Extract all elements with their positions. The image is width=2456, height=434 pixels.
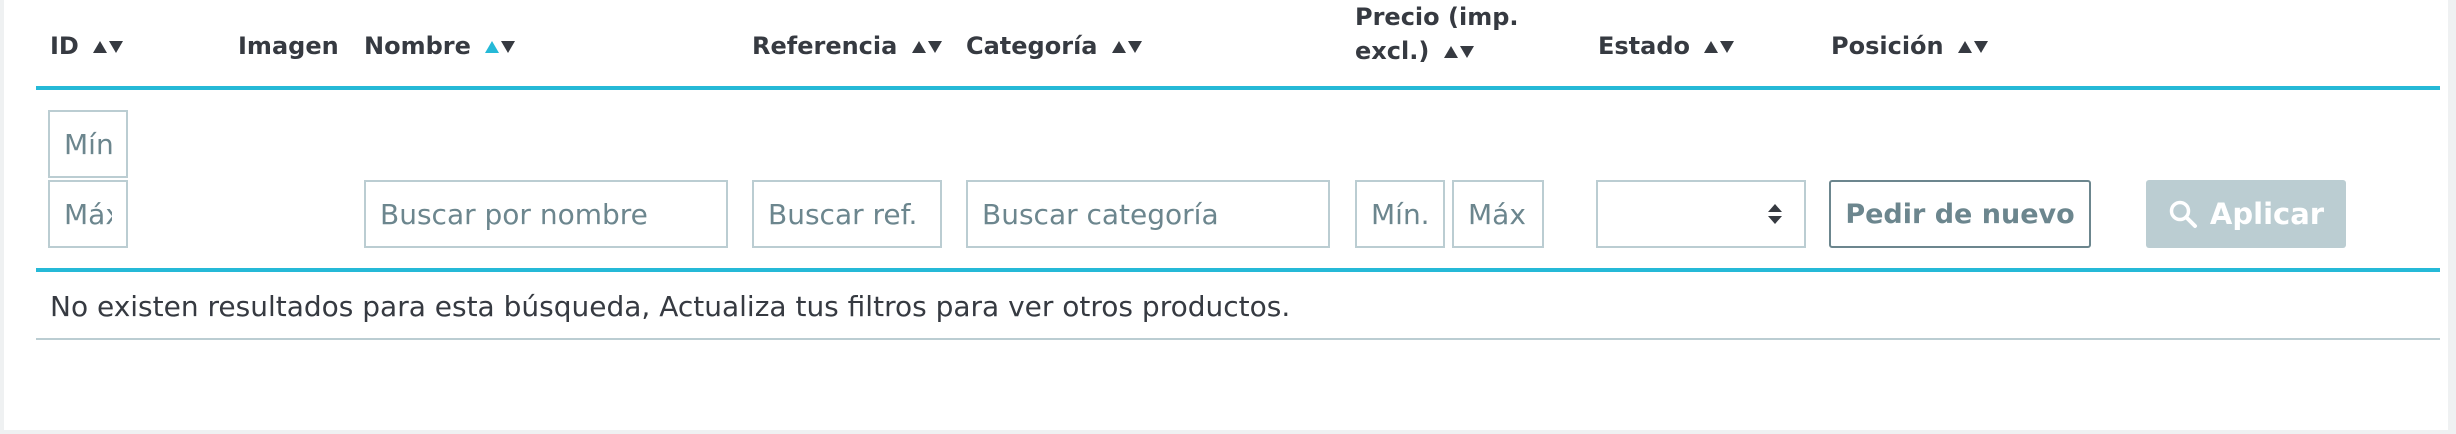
column-header-id-label: ID: [50, 32, 79, 60]
column-header-price[interactable]: Precio (imp. excl.): [1355, 0, 1519, 68]
column-header-position[interactable]: Posición: [1831, 32, 1988, 60]
column-header-price-label-line1: Precio (imp.: [1355, 3, 1519, 31]
apply-filters-label: Aplicar: [2209, 197, 2325, 231]
category-filter-input[interactable]: [966, 180, 1330, 248]
sort-arrows-icon[interactable]: [1111, 41, 1142, 53]
column-header-name[interactable]: Nombre: [364, 32, 516, 60]
column-header-status-label: Estado: [1598, 32, 1691, 60]
table-bottom-rule: [36, 338, 2440, 340]
reorder-button-label: Pedir de nuevo: [1845, 198, 2075, 230]
filter-divider: [36, 268, 2440, 272]
sort-arrows-icon[interactable]: [93, 41, 124, 53]
column-header-image-label: Imagen: [238, 32, 339, 60]
page-bottom-edge: [0, 430, 2456, 434]
column-header-category-label: Categoría: [966, 32, 1098, 60]
name-filter-input[interactable]: [364, 180, 728, 248]
price-min-filter[interactable]: [1355, 180, 1445, 248]
status-select[interactable]: [1596, 180, 1806, 248]
page-left-edge: [0, 0, 4, 434]
sort-arrows-icon[interactable]: [1443, 46, 1474, 58]
reorder-button[interactable]: Pedir de nuevo: [1829, 180, 2091, 248]
id-min-filter[interactable]: [48, 110, 128, 178]
sort-arrows-icon[interactable]: [911, 41, 942, 53]
column-header-name-label: Nombre: [364, 32, 471, 60]
column-header-image: Imagen: [238, 32, 339, 60]
header-divider: [36, 86, 2440, 90]
sort-arrows-icon[interactable]: [1957, 41, 1988, 53]
search-icon: [2169, 200, 2197, 228]
page-right-gutter: [2448, 0, 2456, 434]
id-max-filter[interactable]: [48, 180, 128, 248]
column-header-category[interactable]: Categoría: [966, 32, 1142, 60]
column-header-price-label-line2: excl.): [1355, 37, 1430, 65]
column-header-reference-label: Referencia: [752, 32, 898, 60]
column-header-id[interactable]: ID: [50, 32, 124, 60]
sort-arrows-icon[interactable]: [1704, 41, 1735, 53]
column-header-status[interactable]: Estado: [1598, 32, 1735, 60]
sort-arrows-icon[interactable]: [485, 41, 516, 53]
select-caret-icon: [1768, 204, 1782, 224]
column-header-position-label: Posición: [1831, 32, 1944, 60]
apply-filters-button[interactable]: Aplicar: [2146, 180, 2346, 248]
empty-results-message: No existen resultados para esta búsqueda…: [50, 290, 1291, 323]
column-header-reference[interactable]: Referencia: [752, 32, 942, 60]
price-max-filter[interactable]: [1452, 180, 1544, 248]
reference-filter-input[interactable]: [752, 180, 942, 248]
